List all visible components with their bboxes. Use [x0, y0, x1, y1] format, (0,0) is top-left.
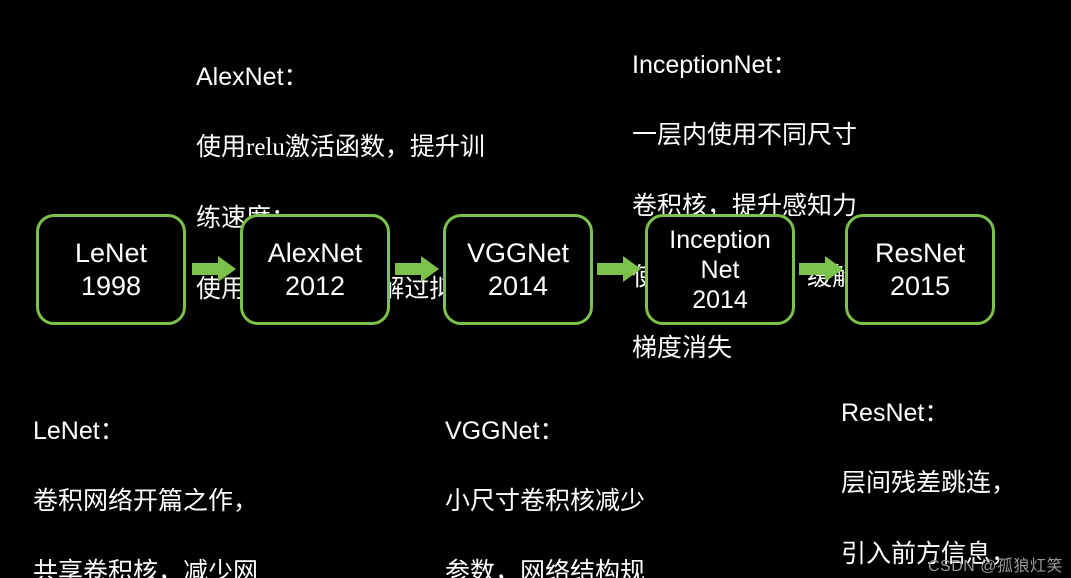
arrow-right-icon	[597, 256, 641, 282]
flow-node-vggnet[interactable]: VGGNet 2014	[443, 214, 593, 325]
flow-node-lenet[interactable]: LeNet 1998	[36, 214, 186, 325]
flow-node-inceptionnet-year: 2014	[692, 285, 748, 314]
annotation-vggnet: VGGNet： 小尺寸卷积核减少 参数，网络结构规 整，适合并行加速	[445, 378, 645, 578]
arrow-right-icon	[799, 256, 843, 282]
flow-node-inceptionnet-name-1: Inception	[669, 225, 771, 254]
flow-node-resnet-name: ResNet	[874, 237, 966, 268]
flow-node-resnet[interactable]: ResNet 2015	[845, 214, 995, 325]
annotation-lenet-heading: LeNet：	[33, 417, 125, 445]
annotation-resnet-line-1: 层间残差跳连，	[841, 470, 1017, 497]
annotation-lenet: LeNet： 卷积网络开篇之作， 共享卷积核，减少网 络参数	[33, 378, 258, 578]
arrow-right-icon	[395, 256, 439, 282]
csdn-watermark: CSDN @孤狼灴笑	[927, 558, 1063, 575]
flow-node-vggnet-name: VGGNet	[466, 237, 570, 268]
annotation-vggnet-line-2: 参数，网络结构规	[445, 559, 646, 578]
flow-node-inceptionnet-name-2: Net	[700, 255, 740, 284]
arrow-right-icon	[192, 256, 236, 282]
flow-node-alexnet-name: AlexNet	[267, 237, 363, 268]
flow-node-lenet-year: 1998	[80, 270, 142, 301]
annotation-resnet-heading: ResNet：	[841, 399, 950, 427]
annotation-lenet-line-1: 卷积网络开篇之作，	[33, 488, 259, 515]
annotation-vggnet-line-1: 小尺寸卷积核减少	[445, 488, 646, 515]
annotation-vggnet-heading: VGGNet：	[445, 417, 565, 445]
annotation-lenet-line-2: 共享卷积核，减少网	[33, 559, 259, 578]
flow-node-alexnet-year: 2012	[284, 270, 346, 301]
annotation-resnet: ResNet： 层间残差跳连， 引入前方信息， 缓解模型退化， 使神经网络层数 …	[841, 360, 1016, 578]
flow-node-lenet-name: LeNet	[74, 237, 148, 268]
flow-node-inceptionnet[interactable]: Inception Net 2014	[645, 214, 795, 325]
flow-node-resnet-year: 2015	[889, 270, 951, 301]
slide-canvas: AlexNet： 使用relu激活函数，提升训 练速度； 使用Dropout，缓…	[0, 0, 1071, 578]
flow-node-vggnet-year: 2014	[487, 270, 549, 301]
flow-node-alexnet[interactable]: AlexNet 2012	[240, 214, 390, 325]
